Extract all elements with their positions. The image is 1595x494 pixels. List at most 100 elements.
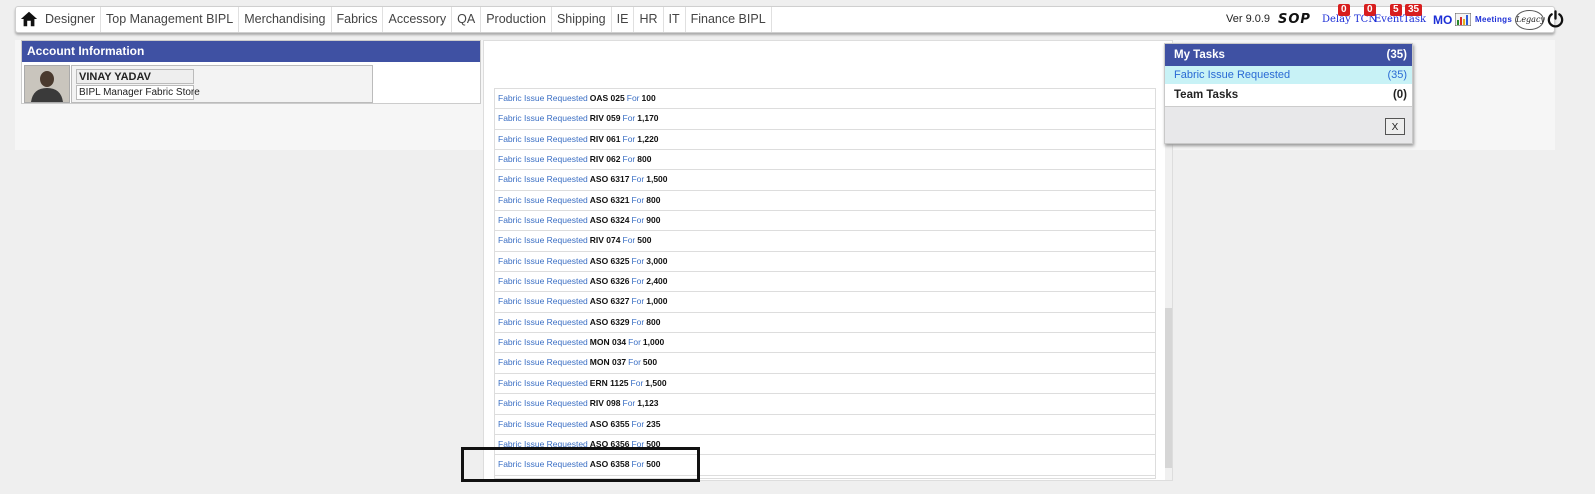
list-item: Fabric Issue Requested ASO 6326 For 2,400 <box>495 272 1155 293</box>
list-item: Fabric Issue Requested ASO 6327 For 1,000 <box>495 292 1155 313</box>
fabric-issue-link[interactable]: Fabric Issue Requested <box>498 419 588 429</box>
order-number: MON 034 <box>589 337 627 348</box>
task-item-label: Fabric Issue Requested <box>1174 69 1291 81</box>
user-photo-icon <box>25 66 69 102</box>
user-details: VINAY YADAV BIPL Manager Fabric Store <box>71 65 373 103</box>
fabric-issue-link[interactable]: Fabric Issue Requested <box>498 113 588 123</box>
top-navigation-bar: Designer Top Management BIPL Merchandising… <box>15 4 1564 33</box>
for-label: For <box>628 337 641 348</box>
list-item: Fabric Issue Requested ASO 6325 For 3,000 <box>495 252 1155 273</box>
menu-item-4[interactable]: Accessory <box>383 7 453 32</box>
for-label: For <box>631 255 645 266</box>
quantity: 1,220 <box>637 133 659 144</box>
quantity: 3,000 <box>646 255 668 266</box>
menu-item-6[interactable]: Production <box>481 7 552 32</box>
task-link[interactable]: Task 35 <box>1403 4 1426 25</box>
order-number: ASO 6329 <box>589 316 630 327</box>
fabric-issue-link[interactable]: Fabric Issue Requested <box>498 337 588 347</box>
order-number: RIV 098 <box>589 398 621 409</box>
delay-link[interactable]: Delay 0 <box>1322 4 1351 25</box>
sop-link[interactable]: SOP <box>1278 12 1311 27</box>
list-item: Fabric Issue Requested OAS 025 For 100 <box>495 89 1155 110</box>
menu-item-3[interactable]: Fabrics <box>332 7 384 32</box>
menu-item-9[interactable]: HR <box>634 7 664 32</box>
quantity: 900 <box>646 215 661 226</box>
event-link[interactable]: Event 5 <box>1374 4 1403 25</box>
main-menu: Designer Top Management BIPL Merchandising… <box>40 7 772 32</box>
fabric-issue-link[interactable]: Fabric Issue Requested <box>498 398 588 408</box>
fabric-issue-link[interactable]: Fabric Issue Requested <box>498 154 588 164</box>
for-label: For <box>626 93 640 103</box>
menu-item-11[interactable]: Finance BIPL <box>686 7 772 32</box>
menu-item-2[interactable]: Merchandising <box>239 7 332 32</box>
order-number: ERN 1125 <box>589 377 629 388</box>
my-tasks-label: My Tasks <box>1174 49 1225 61</box>
team-tasks-label: Team Tasks <box>1174 89 1239 101</box>
fabric-issue-link[interactable]: Fabric Issue Requested <box>498 357 588 367</box>
power-icon[interactable] <box>1546 10 1565 29</box>
tasks-dropdown: My Tasks (35) Fabric Issue Requested (35… <box>1164 43 1413 144</box>
legacy-link[interactable]: Legacy <box>1515 10 1545 30</box>
fabric-issue-link[interactable]: Fabric Issue Requested <box>498 378 588 388</box>
menu-item-0[interactable]: Designer <box>40 7 102 32</box>
team-tasks-count: (0) <box>1392 89 1407 101</box>
user-name: VINAY YADAV <box>76 69 194 84</box>
fabric-issue-link[interactable]: Fabric Issue Requested <box>498 134 588 144</box>
meetings-link[interactable]: Meetings <box>1475 15 1512 24</box>
home-icon[interactable] <box>20 10 38 28</box>
menu-item-7[interactable]: Shipping <box>552 7 612 32</box>
fabric-issue-link[interactable]: Fabric Issue Requested <box>498 317 588 327</box>
my-tasks-count: (35) <box>1386 49 1407 61</box>
version-label: Ver 9.0.9 <box>1226 13 1271 25</box>
task-list-panel: Fabric Issue Requested OAS 025 For 100 Fabri… <box>483 40 1173 481</box>
menu-item-8[interactable]: IE <box>612 7 635 32</box>
list-item: Fabric Issue Requested RIV 074 For 500 <box>495 231 1155 252</box>
order-number: OAS 025 <box>589 93 625 103</box>
quantity: 1,500 <box>645 377 667 388</box>
fabric-issue-link[interactable]: Fabric Issue Requested <box>498 256 588 266</box>
order-number: ASO 6325 <box>589 255 630 266</box>
list-item: Fabric Issue Requested ASO 6324 For 900 <box>495 211 1155 232</box>
order-number: ASO 6324 <box>589 215 630 226</box>
quantity: 800 <box>637 154 652 165</box>
list-scrollbar[interactable] <box>1165 88 1172 480</box>
menu-item-1[interactable]: Top Management BIPL <box>101 7 240 32</box>
fabric-issue-link[interactable]: Fabric Issue Requested <box>498 93 588 103</box>
for-label: For <box>631 316 645 327</box>
fabric-issue-link[interactable]: Fabric Issue Requested <box>498 195 588 205</box>
highlight-box <box>461 447 700 482</box>
for-label: For <box>631 296 645 307</box>
quantity: 500 <box>642 357 658 368</box>
for-label: For <box>631 174 645 185</box>
menu-item-10[interactable]: IT <box>664 7 686 32</box>
order-number: MON 037 <box>589 357 627 368</box>
delay-count-badge: 0 <box>1338 4 1350 16</box>
fabric-issue-link[interactable]: Fabric Issue Requested <box>498 174 588 184</box>
order-number: RIV 061 <box>589 133 621 144</box>
list-item: Fabric Issue Requested RIV 059 For 1,170 <box>495 109 1155 130</box>
fabric-issue-requested-task[interactable]: Fabric Issue Requested (35) <box>1165 66 1412 84</box>
list-scrollbar-thumb[interactable] <box>1165 308 1172 468</box>
menu-item-5[interactable]: QA <box>452 7 482 32</box>
for-label: For <box>622 113 636 124</box>
close-button[interactable]: X <box>1385 118 1405 135</box>
my-tasks-header[interactable]: My Tasks (35) <box>1165 44 1412 66</box>
team-tasks-header[interactable]: Team Tasks (0) <box>1165 84 1412 107</box>
event-count-badge: 5 <box>1390 4 1402 16</box>
for-label: For <box>622 133 636 144</box>
quantity: 2,400 <box>646 276 668 287</box>
fabric-issue-link[interactable]: Fabric Issue Requested <box>498 296 588 306</box>
order-number: ASO 6317 <box>589 174 630 185</box>
report-chart-icon[interactable] <box>1455 13 1471 26</box>
account-information-panel: Account Information VINAY YADAV BIPL Man… <box>21 40 481 104</box>
quantity: 500 <box>637 235 652 246</box>
for-label: For <box>630 377 644 388</box>
mo-link[interactable]: MO <box>1433 13 1452 27</box>
quantity: 1,170 <box>637 113 659 124</box>
fabric-issue-link[interactable]: Fabric Issue Requested <box>498 215 588 225</box>
quantity: 800 <box>646 194 661 205</box>
fabric-issue-link[interactable]: Fabric Issue Requested <box>498 276 588 286</box>
order-number: ASO 6326 <box>589 276 630 287</box>
fabric-issue-link[interactable]: Fabric Issue Requested <box>498 235 588 245</box>
list-item: Fabric Issue Requested ASO 6329 For 800 <box>495 313 1155 334</box>
